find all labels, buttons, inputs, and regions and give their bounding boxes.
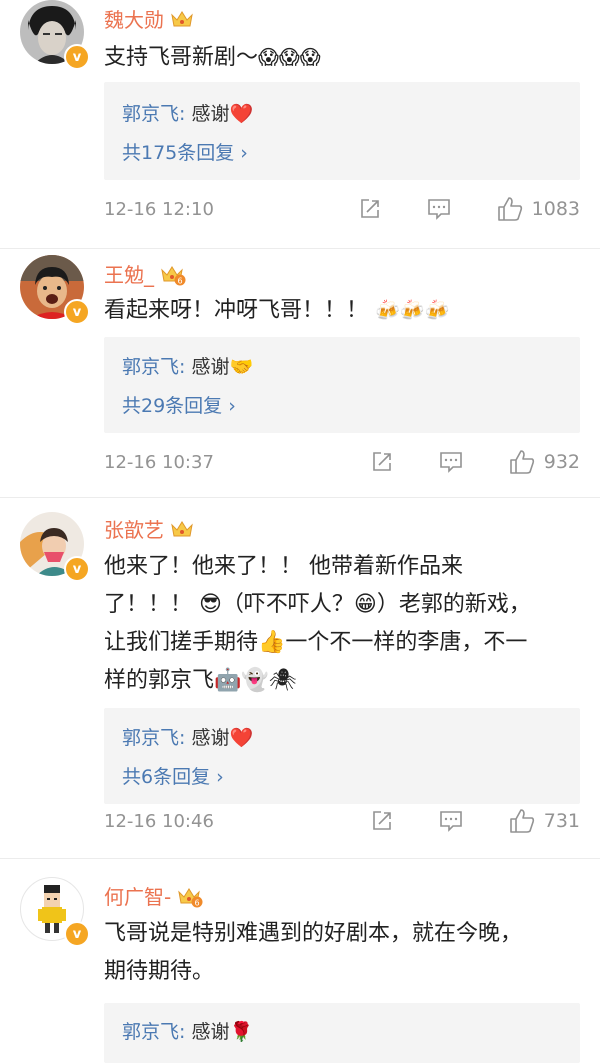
reply-author[interactable]: 郭京飞: [122, 103, 185, 125]
reply-text: 感谢 [185, 103, 230, 125]
like-count: 1083 [531, 198, 580, 220]
reply-text: 感谢 [185, 356, 230, 378]
reply-box[interactable]: 郭京飞: 感谢❤️ 共6条回复 › [104, 708, 580, 804]
comment-item: v 王勉_ 6 看起来呀！冲呀飞哥！！！ 🍻🍻🍻 郭京飞: 感谢🤝 共29条回复… [0, 249, 600, 497]
comment-text: 飞哥说是特别难遇到的好剧本，就在今晚， 期待期待。 [104, 915, 584, 991]
comment-body: 看起来呀！冲呀飞哥！！！ [104, 298, 369, 323]
comment-icon [427, 199, 450, 220]
comment-meta: 12-16 10:37 932 [104, 449, 580, 475]
crown-level-icon: 6 [160, 264, 186, 285]
svg-text:6: 6 [195, 898, 200, 907]
reply-preview: 郭京飞: 感谢❤️ [122, 99, 253, 126]
comment-button[interactable] [438, 809, 464, 833]
comment-icon [439, 452, 462, 473]
comment-line: 飞哥说是特别难遇到的好剧本，就在今晚， [104, 921, 523, 946]
share-icon [360, 199, 379, 218]
share-icon [372, 452, 391, 471]
reply-box[interactable]: 郭京飞: 感谢🤝 共29条回复 › [104, 337, 580, 433]
username[interactable]: 魏大勋 [104, 4, 164, 33]
comment-body: 支持飞哥新剧～ [104, 45, 259, 70]
reply-count-link[interactable]: 共175条回复 › [122, 138, 248, 165]
like-button[interactable]: 731 [508, 808, 580, 834]
emoji-group: 🍻🍻🍻 [375, 298, 450, 322]
comment-text: 他来了！他来了！！ 他带着新作品来 了！！！ 😎（吓不吓人？😁）老郭的新戏， 让… [104, 548, 584, 700]
crown-icon [170, 9, 194, 29]
username[interactable]: 王勉_ [104, 259, 154, 288]
crown-icon [170, 519, 194, 539]
thumbs-up-icon [509, 450, 534, 474]
like-count: 932 [543, 451, 580, 473]
verified-badge-icon: v [64, 44, 90, 70]
comment-icon [439, 811, 462, 832]
verified-badge-icon: v [64, 556, 90, 582]
comment-line: 让我们搓手期待👍一个不一样的李唐，不一 [104, 630, 528, 655]
name-row: 张歆艺 [104, 514, 194, 543]
reply-box[interactable]: 郭京飞: 感谢❤️ 共175条回复 › [104, 82, 580, 180]
verified-badge-icon: v [64, 299, 90, 325]
reply-box[interactable]: 郭京飞: 感谢🌹 [104, 1003, 580, 1063]
name-row: 魏大勋 [104, 4, 194, 33]
comment-item: v 魏大勋 支持飞哥新剧～😱😱😱 郭京飞: 感谢❤️ 共175条回复 › 12-… [0, 0, 600, 248]
reply-author[interactable]: 郭京飞: [122, 1021, 185, 1043]
like-count: 731 [543, 810, 580, 832]
thumbs-up-icon [509, 809, 534, 833]
username[interactable]: 张歆艺 [104, 514, 164, 543]
heart-emoji: ❤️ [229, 727, 254, 749]
avatar[interactable]: v [20, 877, 90, 947]
reply-preview: 郭京飞: 感谢❤️ [122, 723, 253, 750]
reply-count-link[interactable]: 共6条回复 › [122, 762, 224, 789]
username[interactable]: 何广智- [104, 881, 171, 910]
reply-author[interactable]: 郭京飞: [122, 727, 185, 749]
heart-emoji: ❤️ [229, 103, 254, 125]
emoji-group: 😱😱😱 [258, 45, 321, 69]
name-row: 何广智- 6 [104, 881, 203, 910]
comment-item: v 张歆艺 他来了！他来了！！ 他带着新作品来 了！！！ 😎（吓不吓人？😁）老郭… [0, 498, 600, 858]
comment-line: 期待期待。 [104, 959, 215, 984]
like-button[interactable]: 932 [508, 449, 580, 475]
comment-meta: 12-16 10:46 731 [104, 808, 580, 834]
timestamp: 12-16 12:10 [104, 198, 214, 220]
avatar[interactable]: v [20, 512, 90, 582]
share-button[interactable] [358, 197, 382, 221]
share-button[interactable] [370, 809, 394, 833]
name-row: 王勉_ 6 [104, 259, 186, 288]
handshake-emoji: 🤝 [229, 356, 254, 378]
comment-text: 看起来呀！冲呀飞哥！！！ 🍻🍻🍻 [104, 291, 584, 330]
reply-text: 感谢 [185, 727, 230, 749]
comment-text: 支持飞哥新剧～😱😱😱 [104, 38, 584, 77]
timestamp: 12-16 10:37 [104, 451, 214, 473]
reply-count-link[interactable]: 共29条回复 › [122, 391, 236, 418]
verified-badge-icon: v [64, 921, 90, 947]
comment-line: 样的郭京飞🤖👻🕷 [104, 668, 297, 693]
comment-meta: 12-16 12:10 1083 [104, 196, 580, 222]
thumbs-up-icon [497, 197, 522, 221]
avatar[interactable]: v [20, 255, 90, 325]
reply-author[interactable]: 郭京飞: [122, 356, 185, 378]
comment-line: 了！！！ 😎（吓不吓人？😁）老郭的新戏， [104, 592, 531, 617]
timestamp: 12-16 10:46 [104, 810, 214, 832]
like-button[interactable]: 1083 [496, 196, 580, 222]
share-icon [372, 811, 391, 830]
svg-text:6: 6 [177, 276, 182, 285]
comment-button[interactable] [426, 197, 452, 221]
reply-preview: 郭京飞: 感谢🤝 [122, 352, 253, 379]
comment-line: 他来了！他来了！！ 他带着新作品来 [104, 554, 463, 579]
reply-text: 感谢 [185, 1021, 230, 1043]
reply-preview: 郭京飞: 感谢🌹 [122, 1017, 253, 1044]
share-button[interactable] [370, 450, 394, 474]
crown-level-icon: 6 [177, 886, 203, 907]
avatar[interactable]: v [20, 0, 90, 70]
rose-emoji: 🌹 [229, 1021, 254, 1043]
comment-item: v 何广智- 6 飞哥说是特别难遇到的好剧本，就在今晚， 期待期待。 郭京飞: … [0, 859, 600, 1063]
comment-button[interactable] [438, 450, 464, 474]
